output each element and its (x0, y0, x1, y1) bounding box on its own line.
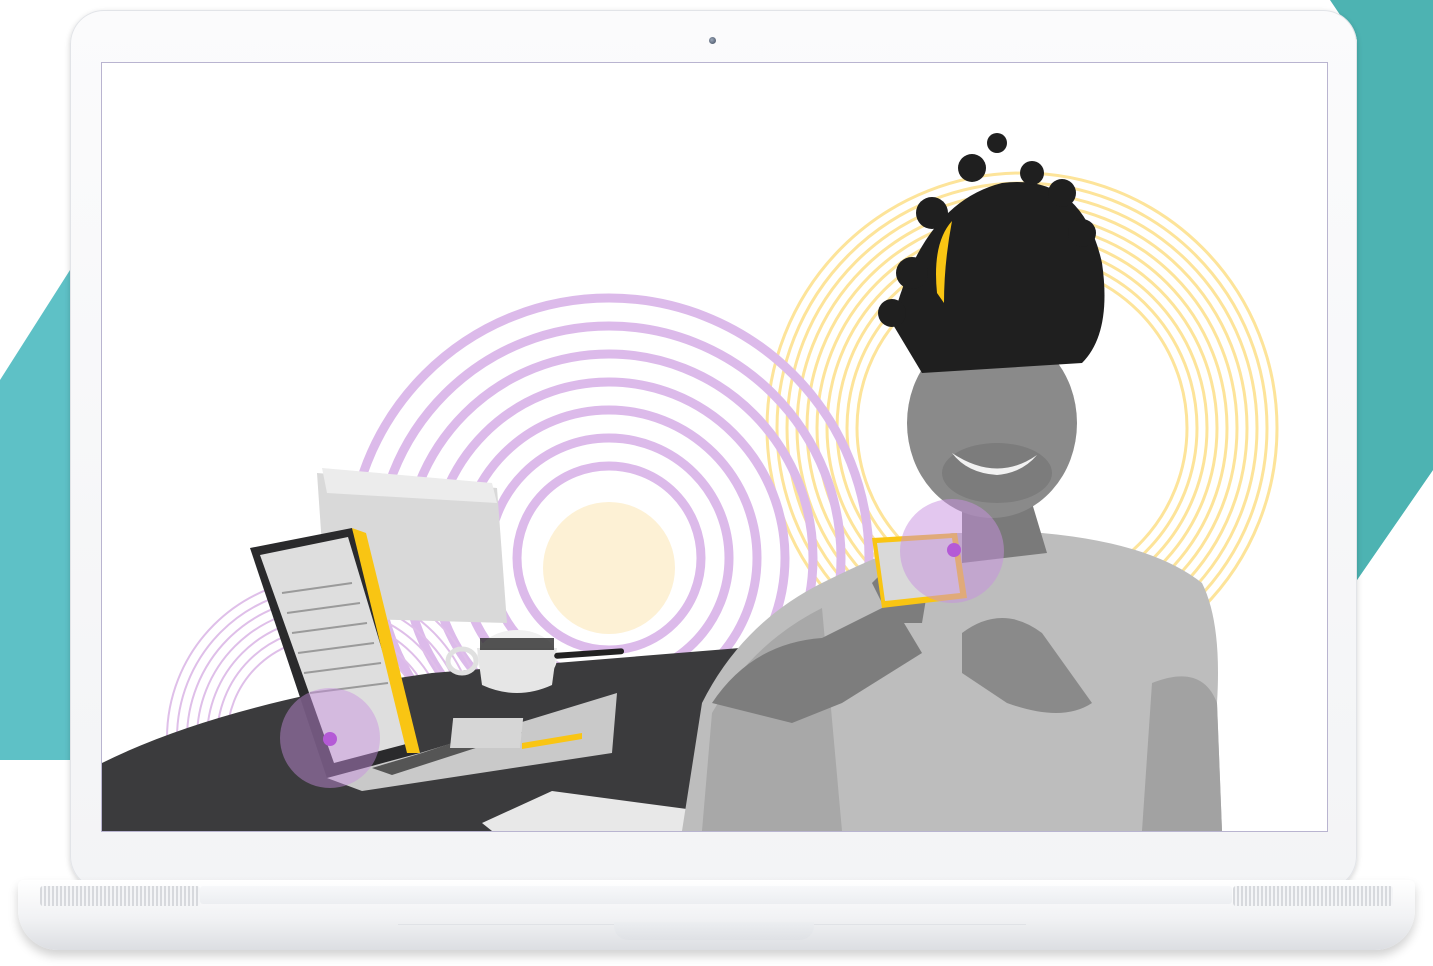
speaker-left (40, 886, 200, 906)
purple-dot-phone (947, 543, 961, 557)
camera-icon (709, 37, 716, 44)
speaker-right (1233, 886, 1393, 906)
yellow-sun (543, 502, 675, 634)
lid-notch (614, 922, 814, 940)
teal-band-left (0, 270, 70, 760)
hero-illustration (102, 133, 1279, 831)
purple-dot-left (323, 732, 337, 746)
laptop-screen (101, 62, 1328, 832)
keyboard (200, 886, 1232, 904)
